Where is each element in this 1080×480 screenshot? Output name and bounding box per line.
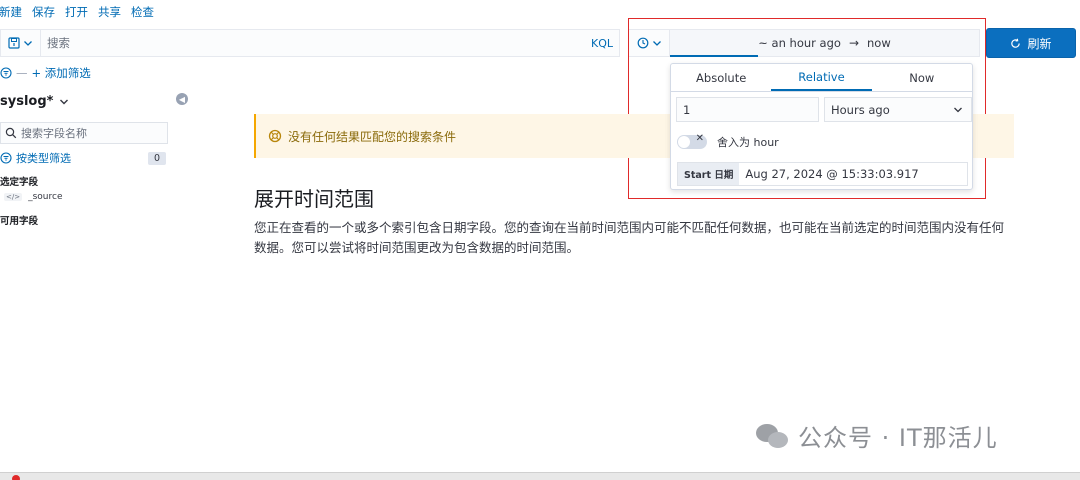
unit-select-value: Hours ago bbox=[831, 102, 890, 117]
menu-share[interactable]: 共享 bbox=[98, 4, 121, 20]
search-icon bbox=[5, 127, 17, 139]
menu-open[interactable]: 打开 bbox=[65, 4, 88, 20]
field-search-box bbox=[0, 122, 168, 144]
filter-by-type-label: 按类型筛选 bbox=[16, 152, 71, 165]
date-picker: ~ an hour ago → now bbox=[628, 29, 980, 57]
app-icon bbox=[12, 475, 20, 480]
filter-bar: — + 添加筛选 bbox=[0, 64, 91, 82]
wechat-icon bbox=[756, 422, 790, 450]
chevron-down-icon bbox=[60, 99, 69, 104]
watermark: 公众号 · IT那活儿 bbox=[756, 418, 998, 453]
refresh-icon bbox=[1011, 38, 1021, 48]
relative-inputs: 1 Hours ago bbox=[676, 97, 972, 122]
filter-separator: — bbox=[16, 66, 28, 80]
tab-now[interactable]: Now bbox=[872, 64, 972, 91]
filter-icon bbox=[0, 152, 12, 164]
collapse-sidebar-icon[interactable]: ◀ bbox=[176, 93, 188, 105]
chevron-down-icon bbox=[24, 41, 32, 46]
amount-input[interactable]: 1 bbox=[676, 97, 819, 122]
round-toggle[interactable]: ✕ bbox=[677, 133, 707, 149]
menu-inspect[interactable]: 检查 bbox=[131, 4, 154, 20]
field-name: _source bbox=[28, 192, 63, 202]
help-icon bbox=[268, 129, 282, 143]
filter-count-badge: 0 bbox=[147, 151, 166, 165]
field-item-source[interactable]: </> _source bbox=[4, 192, 62, 202]
index-pattern-selector[interactable]: syslog* bbox=[0, 94, 69, 109]
round-option: ✕ 舍入为 hour bbox=[677, 133, 779, 150]
query-bar: KQL bbox=[0, 29, 620, 57]
date-range-display: ~ an hour ago → now bbox=[670, 29, 980, 57]
callout-text: 没有任何结果匹配您的搜索条件 bbox=[288, 129, 457, 144]
watermark-text: 公众号 · IT那活儿 bbox=[798, 424, 998, 452]
date-tabs: Absolute Relative Now bbox=[671, 64, 972, 92]
search-input[interactable] bbox=[41, 36, 591, 50]
taskbar bbox=[0, 472, 1080, 480]
tab-relative[interactable]: Relative bbox=[771, 64, 872, 91]
quick-select-button[interactable] bbox=[628, 29, 670, 57]
refresh-button[interactable]: 刷新 bbox=[986, 28, 1076, 58]
start-date-label: Start 日期 bbox=[678, 163, 740, 185]
start-date-underline bbox=[670, 55, 758, 57]
menu-save[interactable]: 保存 bbox=[32, 4, 55, 20]
page-description: 您正在查看的一个或多个索引包含日期字段。您的查询在当前时间范围内可能不匹配任何数… bbox=[254, 220, 1005, 255]
close-icon: ✕ bbox=[695, 133, 704, 144]
arrow-right-icon: → bbox=[848, 36, 859, 50]
round-label: 舍入为 hour bbox=[717, 136, 779, 149]
save-icon bbox=[8, 37, 20, 49]
top-menu: 新建 保存 打开 共享 检查 bbox=[0, 0, 154, 24]
date-popover: Absolute Relative Now 1 Hours ago ✕ 舍入为 … bbox=[670, 63, 973, 190]
chevron-down-icon bbox=[954, 107, 962, 112]
start-date-field[interactable]: Start 日期 Aug 27, 2024 @ 15:33:03.917 bbox=[677, 162, 968, 186]
kql-toggle[interactable]: KQL bbox=[591, 37, 619, 50]
page-title: 展开时间范围 bbox=[254, 187, 374, 211]
selected-fields-title: 选定字段 bbox=[0, 177, 39, 188]
filter-icon[interactable] bbox=[0, 67, 12, 79]
add-filter-link[interactable]: + 添加筛选 bbox=[32, 65, 91, 81]
clock-icon bbox=[637, 37, 648, 49]
field-search-input[interactable] bbox=[21, 126, 167, 140]
chevron-down-icon bbox=[652, 41, 661, 46]
available-fields-title: 可用字段 bbox=[0, 216, 39, 227]
start-date-value: Aug 27, 2024 @ 15:33:03.917 bbox=[745, 167, 919, 181]
start-date-button[interactable]: ~ an hour ago bbox=[758, 36, 841, 50]
index-pattern-label: syslog* bbox=[0, 94, 54, 109]
tab-absolute[interactable]: Absolute bbox=[671, 64, 771, 91]
unit-select[interactable]: Hours ago bbox=[824, 97, 972, 122]
filter-by-type-button[interactable]: 按类型筛选 0 bbox=[0, 150, 166, 166]
code-icon: </> bbox=[4, 193, 23, 201]
saved-query-button[interactable] bbox=[1, 30, 41, 56]
refresh-label: 刷新 bbox=[1027, 36, 1052, 51]
end-date-button[interactable]: now bbox=[867, 36, 891, 50]
menu-new[interactable]: 新建 bbox=[0, 4, 22, 20]
